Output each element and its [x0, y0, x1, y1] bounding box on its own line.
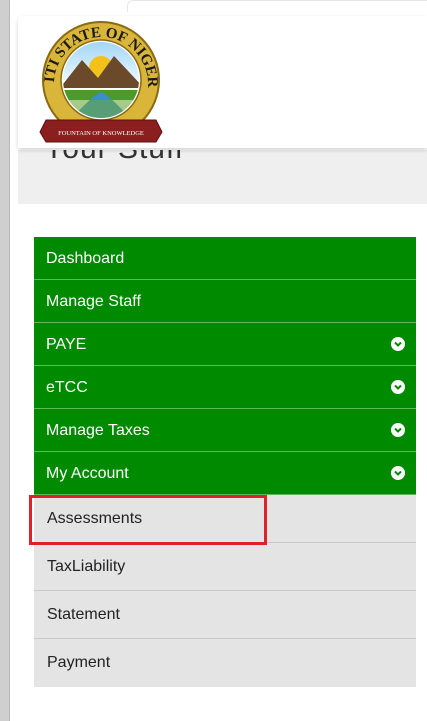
- submenu-item-label: Statement: [47, 606, 120, 623]
- ekiti-state-logo[interactable]: EKITI STATE OF NIGERIA FOUNTAIN OF KNOWL…: [32, 18, 170, 146]
- submenu-item-label: Payment: [47, 654, 111, 671]
- submenu-item-payment[interactable]: Payment: [34, 639, 416, 687]
- page-title-strip: Your Stuff: [18, 150, 427, 204]
- sidebar-item-label: eTCC: [46, 379, 88, 396]
- window-left-border: [0, 0, 10, 721]
- top-tab-edge: [127, 0, 427, 12]
- submenu-item-assessments[interactable]: Assessments: [34, 495, 416, 543]
- submenu-item-label: TaxLiability: [47, 558, 126, 575]
- sidebar-item-dashboard[interactable]: Dashboard: [34, 237, 416, 280]
- sidebar-item-my-account[interactable]: My Account: [34, 452, 416, 495]
- chevron-circle-down-icon: [391, 466, 405, 480]
- sidebar-item-label: Manage Staff: [46, 293, 141, 310]
- submenu-item-taxliability[interactable]: TaxLiability: [34, 543, 416, 591]
- submenu-item-statement[interactable]: Statement: [34, 591, 416, 639]
- sidebar-item-manage-taxes[interactable]: Manage Taxes: [34, 409, 416, 452]
- sidebar-item-label: Dashboard: [46, 250, 125, 267]
- submenu-item-label: Assessments: [47, 510, 143, 527]
- logo-ribbon-text: FOUNTAIN OF KNOWLEDGE: [58, 130, 144, 137]
- sidebar-item-etcc[interactable]: eTCC: [34, 366, 416, 409]
- sidebar-item-label: PAYE: [46, 336, 87, 353]
- sidebar-item-label: My Account: [46, 465, 129, 482]
- chevron-circle-down-icon: [391, 337, 405, 351]
- sidebar-item-paye[interactable]: PAYE: [34, 323, 416, 366]
- sidebar-item-label: Manage Taxes: [46, 422, 150, 439]
- sidebar-item-manage-staff[interactable]: Manage Staff: [34, 280, 416, 323]
- chevron-circle-down-icon: [391, 423, 405, 437]
- sidebar-menu: Dashboard Manage Staff PAYE eTCC Manage …: [34, 237, 416, 687]
- page-title: Your Stuff: [44, 150, 184, 166]
- chevron-circle-down-icon: [391, 380, 405, 394]
